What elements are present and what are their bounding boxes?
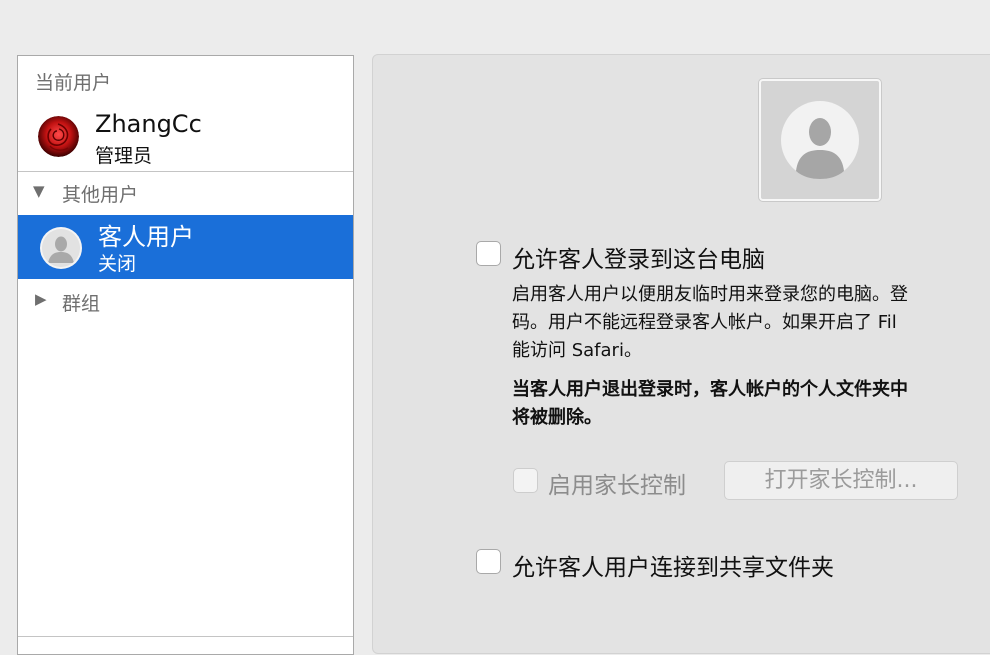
guest-picture[interactable] [759, 79, 881, 201]
allow-guest-login-label[interactable]: 允许客人登录到这台电脑 [512, 240, 765, 274]
guest-avatar-icon [42, 229, 80, 267]
user-list[interactable]: 当前用户 ZhangCc 管理员 ▼ 其他用户 客人用户 关闭 ▶ 群组 [17, 55, 354, 655]
guest-description-line-1: 启用客人用户以便朋友临时用来登录您的电脑。登 [512, 284, 908, 305]
allow-shared-folders-checkbox[interactable] [476, 549, 501, 574]
guest-warning-line-2: 将被删除。 [512, 407, 602, 428]
rose-avatar-icon [38, 116, 79, 157]
guest-user-name: 客人用户 [98, 223, 194, 251]
divider [18, 171, 353, 172]
current-user-name: ZhangCc [95, 110, 202, 138]
open-parental-controls-button[interactable]: 打开家长控制... [724, 461, 958, 500]
guest-description-line-3: 能访问 Safari。 [512, 340, 642, 361]
divider [18, 636, 353, 637]
other-users-header: 其他用户 [62, 184, 139, 206]
parental-controls-label[interactable]: 启用家长控制 [548, 466, 686, 500]
disclosure-triangle-down-icon[interactable]: ▼ [33, 182, 45, 200]
disclosure-triangle-right-icon[interactable]: ▶ [35, 290, 47, 308]
current-user-row[interactable]: ZhangCc 管理员 [18, 104, 353, 170]
groups-header: 群组 [62, 293, 101, 315]
parental-controls-checkbox[interactable] [513, 468, 538, 493]
guest-warning-line-1: 当客人用户退出登录时，客人帐户的个人文件夹中 [512, 379, 908, 400]
guest-user-row[interactable]: 客人用户 关闭 [18, 215, 353, 279]
current-user-role: 管理员 [95, 145, 153, 167]
current-user-header: 当前用户 [35, 72, 112, 94]
allow-shared-folders-label[interactable]: 允许客人用户连接到共享文件夹 [512, 548, 834, 582]
guest-user-status: 关闭 [98, 253, 137, 275]
guest-description-line-2: 码。用户不能远程登录客人帐户。如果开启了 Fil [512, 312, 897, 333]
allow-guest-login-checkbox[interactable] [476, 241, 501, 266]
